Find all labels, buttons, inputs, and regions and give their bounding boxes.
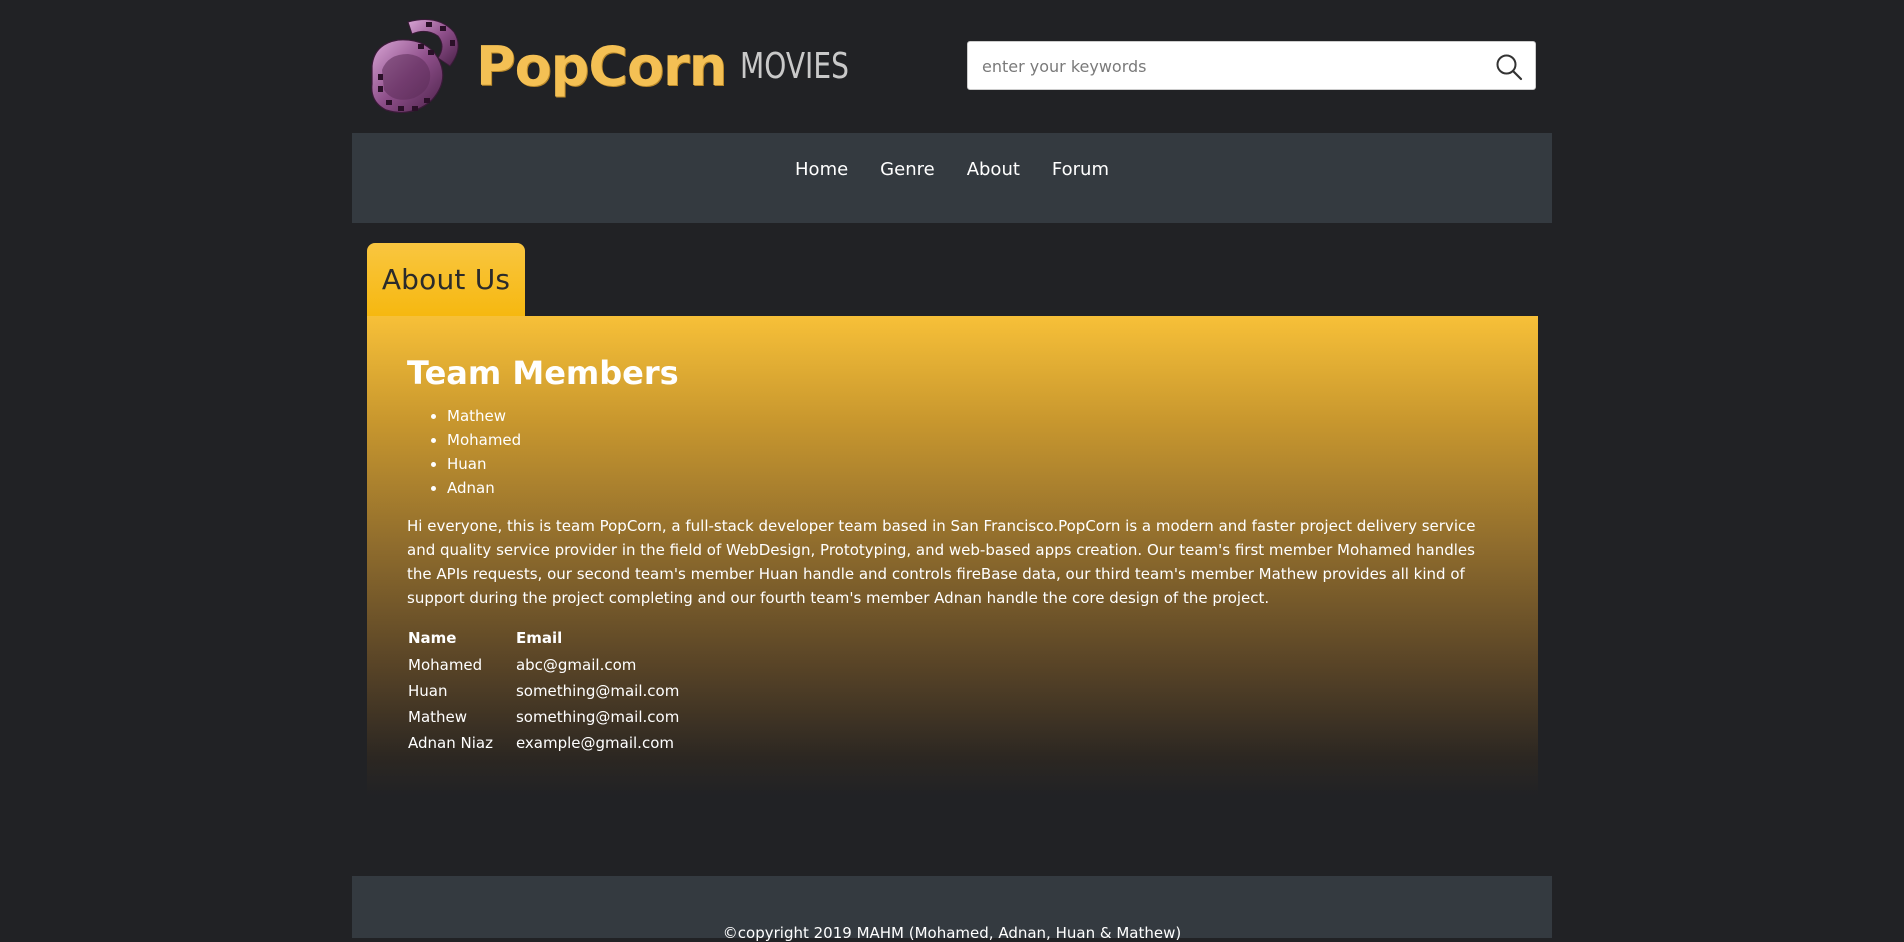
table-row: Huan something@mail.com [407,678,701,704]
search-icon[interactable] [1495,53,1523,81]
nav-item-home[interactable]: Home [795,159,848,180]
about-us-tab-label: About Us [381,263,511,296]
table-cell-email: example@gmail.com [515,734,674,752]
table-row: Mathew something@mail.com [407,704,701,730]
column-header-email: Email [515,629,563,647]
logo-popcorn-text: PopCorn [476,34,727,98]
about-panel: Team Members Mathew Mohamed Huan Adnan H… [367,316,1538,796]
team-members-list: Mathew Mohamed Huan Adnan [407,404,521,500]
list-item: Adnan [447,476,521,500]
film-reel-icon [371,19,459,113]
table-cell-email: something@mail.com [515,708,680,726]
table-header-row: Name Email [407,626,701,652]
column-header-name: Name [408,629,457,647]
list-item: Mohamed [447,428,521,452]
site-header: PopCorn MOVIES [352,0,1552,133]
team-description: Hi everyone, this is team PopCorn, a ful… [407,517,1476,607]
table-cell-name: Mohamed [408,656,483,674]
copyright-text: ©copyright 2019 MAHM (Mohamed, Adnan, Hu… [722,924,1182,942]
table-row: Mohamed abc@gmail.com [407,652,701,678]
team-members-heading: Team Members [407,354,679,392]
nav-item-about[interactable]: About [967,159,1020,180]
nav-item-genre[interactable]: Genre [880,159,935,180]
table-cell-name: Mathew [408,708,468,726]
site-footer: ©copyright 2019 MAHM (Mohamed, Adnan, Hu… [352,876,1552,942]
nav-menu: Home Genre About Forum [795,159,1109,180]
table-cell-name: Huan [408,682,448,700]
nav-item-forum[interactable]: Forum [1052,159,1109,180]
site-logo[interactable]: PopCorn MOVIES [368,14,880,118]
table-cell-email: something@mail.com [515,682,680,700]
team-contact-table: Name Email Mohamed abc@gmail.com Huan so… [407,626,701,756]
table-cell-email: abc@gmail.com [515,656,637,674]
main-nav: Home Genre About Forum [352,133,1552,223]
list-item: Huan [447,452,521,476]
logo-movies-text: MOVIES [740,45,850,87]
search-input[interactable] [980,42,1484,91]
table-row: Adnan Niaz example@gmail.com [407,730,701,756]
table-cell-name: Adnan Niaz [408,734,493,752]
about-us-tab: About Us [367,243,525,316]
list-item: Mathew [447,404,521,428]
search-box [967,41,1536,91]
